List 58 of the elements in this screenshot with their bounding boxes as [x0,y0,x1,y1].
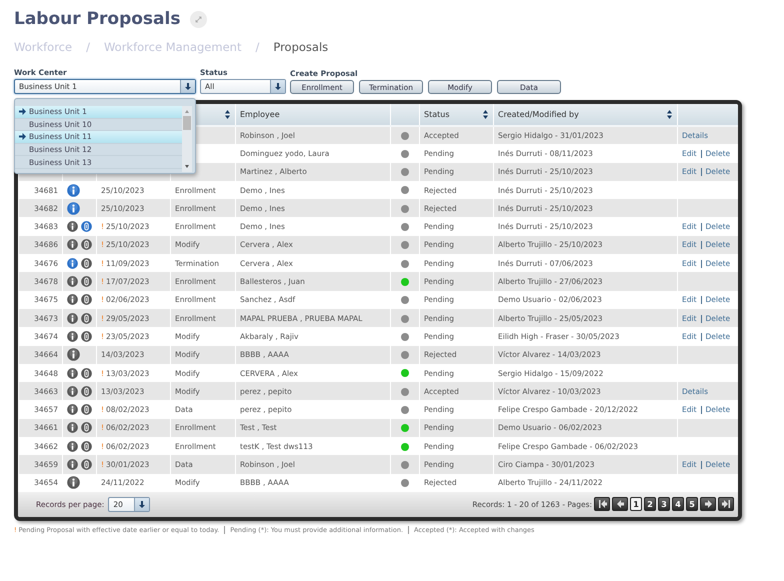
page-title: Labour Proposals [14,9,180,29]
attachment-icon[interactable] [81,293,92,306]
column-header: Employee [236,104,390,126]
sort-icon[interactable] [224,110,231,119]
info-icon[interactable] [67,440,78,453]
attachment-icon[interactable] [81,384,92,398]
arrow-icon[interactable] [722,500,730,508]
attachment-icon[interactable] [81,440,92,453]
info-icon[interactable] [67,458,78,471]
previous-page-button[interactable] [612,497,628,512]
sort-icon[interactable] [666,110,673,119]
attachment-icon[interactable] [81,238,92,252]
info-icon[interactable] [67,293,78,306]
info-icon[interactable] [67,220,78,234]
info-icon[interactable] [67,312,78,325]
page-button[interactable]: 5 [686,497,698,512]
arrow-icon [19,133,26,140]
info-icon[interactable] [67,366,78,380]
attachment-icon[interactable] [81,256,92,270]
attachment-icon[interactable] [81,220,92,234]
column-header[interactable]: Status [420,104,494,126]
attachment-icon[interactable] [81,403,92,416]
info-icon[interactable] [67,348,80,362]
dropdown-arrow-icon[interactable] [273,82,283,91]
next-page-button[interactable] [700,497,716,512]
info-icon[interactable] [67,184,80,197]
attachment-icon[interactable] [81,312,92,325]
info-icon[interactable] [67,275,78,288]
first-page-button[interactable] [594,497,610,512]
attachment-icon[interactable] [81,330,92,343]
page-button[interactable]: 3 [658,497,670,512]
attachment-icon[interactable] [81,275,92,288]
info-icon[interactable] [67,238,78,252]
info-icon[interactable] [67,421,78,434]
info-icon[interactable] [67,256,78,270]
info-icon[interactable] [67,330,78,343]
page-button[interactable]: 2 [644,497,656,512]
attachment-icon[interactable] [81,366,92,380]
sort-icon[interactable] [482,110,489,119]
last-page-button[interactable] [718,497,734,512]
arrow-icon[interactable] [616,500,624,508]
attachment-icon[interactable] [81,458,92,471]
dropdown-arrow-icon[interactable] [137,500,148,509]
info-icon[interactable] [67,202,80,215]
breadcrumb-current: Proposals [273,40,328,54]
page-button[interactable]: 4 [672,497,684,512]
dropdown-arrow-icon[interactable] [183,82,193,91]
arrow-icon[interactable] [704,500,712,508]
breadcrumb-separator: / [86,40,90,54]
page-button[interactable]: 1 [630,497,642,512]
info-icon[interactable] [67,384,78,398]
arrow-icon[interactable] [598,500,606,508]
info-icon[interactable] [67,403,78,416]
arrow-icon [19,108,26,116]
attachment-icon[interactable] [81,421,92,434]
info-icon[interactable] [67,476,80,490]
breadcrumb-separator: / [255,40,260,54]
column-header[interactable]: Created/Modified by [494,104,678,126]
